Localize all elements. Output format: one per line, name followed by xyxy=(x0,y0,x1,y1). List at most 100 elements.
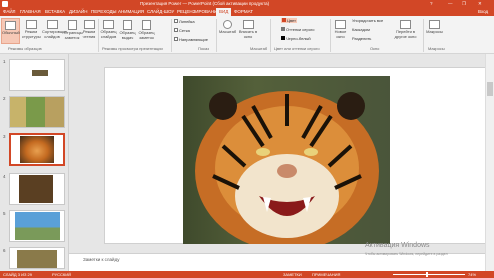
switch-windows-icon xyxy=(400,20,411,29)
group-separator xyxy=(98,19,99,52)
activation-watermark-sub: Чтобы активировать Windows, перейдите в … xyxy=(365,252,448,256)
group-label-zoom: Масштаб xyxy=(250,46,268,51)
slide-number: 5 xyxy=(3,211,6,216)
split-button[interactable]: Разделить xyxy=(352,36,371,41)
notes-master-button[interactable]: Образец заметок xyxy=(138,18,155,40)
group-label-window: Окно xyxy=(370,46,380,51)
notes-pane[interactable]: Заметки к слайду Активация Windows Чтобы… xyxy=(69,242,485,271)
tab-insert[interactable]: ВСТАВКА xyxy=(45,9,65,14)
outline-view-icon xyxy=(25,20,37,29)
close-button[interactable]: ✕ xyxy=(478,1,482,7)
arrange-all-button[interactable]: Упорядочить все xyxy=(352,18,383,23)
group-label-color: Цвет или оттенки серого xyxy=(274,46,320,51)
group-separator xyxy=(330,19,331,52)
zoom-slider[interactable] xyxy=(393,274,465,275)
ruler-checkbox[interactable]: Линейка xyxy=(174,19,195,24)
notes-page-icon xyxy=(67,20,77,30)
zoom-level[interactable]: 74% xyxy=(468,272,476,277)
slide-sorter-icon xyxy=(46,20,58,29)
group-label-macros: Макросы xyxy=(428,46,445,51)
zoom-button[interactable]: Масштаб xyxy=(219,18,236,35)
app-icon[interactable] xyxy=(2,1,8,7)
outline-view-button[interactable]: Режим структуры xyxy=(22,18,41,39)
cascade-button[interactable]: Каскадом xyxy=(352,27,370,32)
thumb-5-image xyxy=(15,212,60,240)
slide-thumbnail-3[interactable] xyxy=(9,133,65,166)
notes-toggle[interactable]: ЗАМЕТКИ xyxy=(283,272,302,277)
thumb-4-image xyxy=(19,175,53,203)
switch-windows-button[interactable]: Перейти в другое окно xyxy=(393,18,418,39)
title-bar: Презентация Power — PowerPoint (Сбой акт… xyxy=(0,0,494,8)
group-separator xyxy=(171,19,172,52)
notes-placeholder: Заметки к слайду xyxy=(83,257,120,262)
handout-master-icon xyxy=(123,20,132,30)
minimize-button[interactable]: — xyxy=(448,1,453,6)
black-white-option[interactable]: Черно-белый xyxy=(281,36,311,41)
group-separator xyxy=(423,19,424,52)
tab-design[interactable]: ДИЗАЙН xyxy=(69,9,88,14)
fit-to-window-button[interactable]: Вписать в окно xyxy=(238,18,258,39)
tab-slideshow[interactable]: СЛАЙД-ШОУ xyxy=(147,9,174,14)
color-option[interactable]: Цвет xyxy=(281,18,297,23)
slide-thumbnail-2[interactable] xyxy=(9,96,65,128)
tab-transitions[interactable]: ПЕРЕХОДЫ xyxy=(91,9,117,14)
activation-watermark-title: Активация Windows xyxy=(365,242,430,249)
slide-number: 2 xyxy=(3,96,6,101)
group-separator xyxy=(216,19,217,52)
slide-number: 4 xyxy=(3,174,6,179)
guides-checkbox[interactable]: Направляющие xyxy=(174,37,208,42)
slide-master-icon xyxy=(103,20,114,29)
zoom-slider-handle[interactable] xyxy=(426,272,428,277)
scrollbar-thumb[interactable] xyxy=(487,82,493,96)
user-signin[interactable]: Вход xyxy=(478,9,488,14)
slide-sorter-button[interactable]: Сортировщик слайдов xyxy=(42,18,67,39)
slide-thumbnail-1[interactable] xyxy=(9,59,65,91)
notes-page-button[interactable]: Страницы заметок xyxy=(64,18,83,40)
thumb-6-image xyxy=(17,250,57,268)
group-separator xyxy=(270,19,271,52)
normal-view-icon xyxy=(5,21,16,30)
slide-number: 3 xyxy=(3,134,6,139)
slide-counter: СЛАЙД 3 ИЗ 29 xyxy=(3,272,32,277)
tab-review[interactable]: РЕЦЕНЗИРОВАНИЕ xyxy=(177,9,220,14)
group-label-master-views: Режимы образцов xyxy=(8,46,42,51)
group-label-presentation-views: Режимы просмотра презентации xyxy=(102,46,163,51)
normal-view-button[interactable]: Обычный xyxy=(1,18,20,44)
help-icon[interactable]: ? xyxy=(430,1,433,6)
slide-thumbnail-6[interactable] xyxy=(9,247,65,269)
new-window-button[interactable]: Новое окно xyxy=(332,18,349,39)
slide-canvas[interactable] xyxy=(69,54,494,244)
slide-number: 1 xyxy=(3,59,6,64)
slide-master-button[interactable]: Образец слайдов xyxy=(100,18,117,39)
current-slide[interactable] xyxy=(104,67,494,244)
group-label-show: Показ xyxy=(198,46,209,51)
tab-view[interactable]: ВИД xyxy=(216,8,232,16)
tiger-photo[interactable] xyxy=(183,76,390,244)
vertical-scrollbar[interactable] xyxy=(485,54,494,271)
status-bar: СЛАЙД 3 ИЗ 29 РУССКИЙ ЗАМЕТКИ ПРИМЕЧАНИЯ… xyxy=(0,271,494,278)
tab-format[interactable]: ФОРМАТ xyxy=(234,9,253,14)
fit-to-window-icon xyxy=(242,20,254,29)
notes-master-icon xyxy=(142,20,151,30)
slide-thumbnail-4[interactable] xyxy=(9,173,65,205)
macros-icon xyxy=(429,20,440,29)
window-title: Презентация Power — PowerPoint (Сбой акт… xyxy=(140,1,270,6)
reading-view-button[interactable]: Режим чтения xyxy=(81,18,97,39)
tab-animations[interactable]: АНИМАЦИЯ xyxy=(118,9,144,14)
handout-master-button[interactable]: Образец выдач xyxy=(119,18,136,40)
grayscale-option[interactable]: Оттенки серого xyxy=(281,27,315,32)
tab-file[interactable]: ФАЙЛ xyxy=(3,9,16,14)
slide-thumbnail-5[interactable] xyxy=(9,210,65,242)
macros-button[interactable]: Макросы xyxy=(426,18,443,35)
zoom-icon xyxy=(223,20,232,29)
slide-thumbnails-pane[interactable]: 1 2 3 4 5 6 xyxy=(0,54,69,271)
maximize-button[interactable]: ❐ xyxy=(462,1,466,7)
grid-checkbox[interactable]: Сетка xyxy=(174,28,190,33)
ribbon: Обычный Режим структуры Сортировщик слай… xyxy=(0,16,494,54)
thumb-3-tiger xyxy=(20,136,54,163)
view-buttons[interactable] xyxy=(350,272,384,277)
language-indicator[interactable]: РУССКИЙ xyxy=(52,272,71,277)
ribbon-tabs: ФАЙЛ ГЛАВНАЯ ВСТАВКА ДИЗАЙН ПЕРЕХОДЫ АНИ… xyxy=(0,8,494,16)
tab-home[interactable]: ГЛАВНАЯ xyxy=(20,9,41,14)
comments-toggle[interactable]: ПРИМЕЧАНИЯ xyxy=(312,272,340,277)
